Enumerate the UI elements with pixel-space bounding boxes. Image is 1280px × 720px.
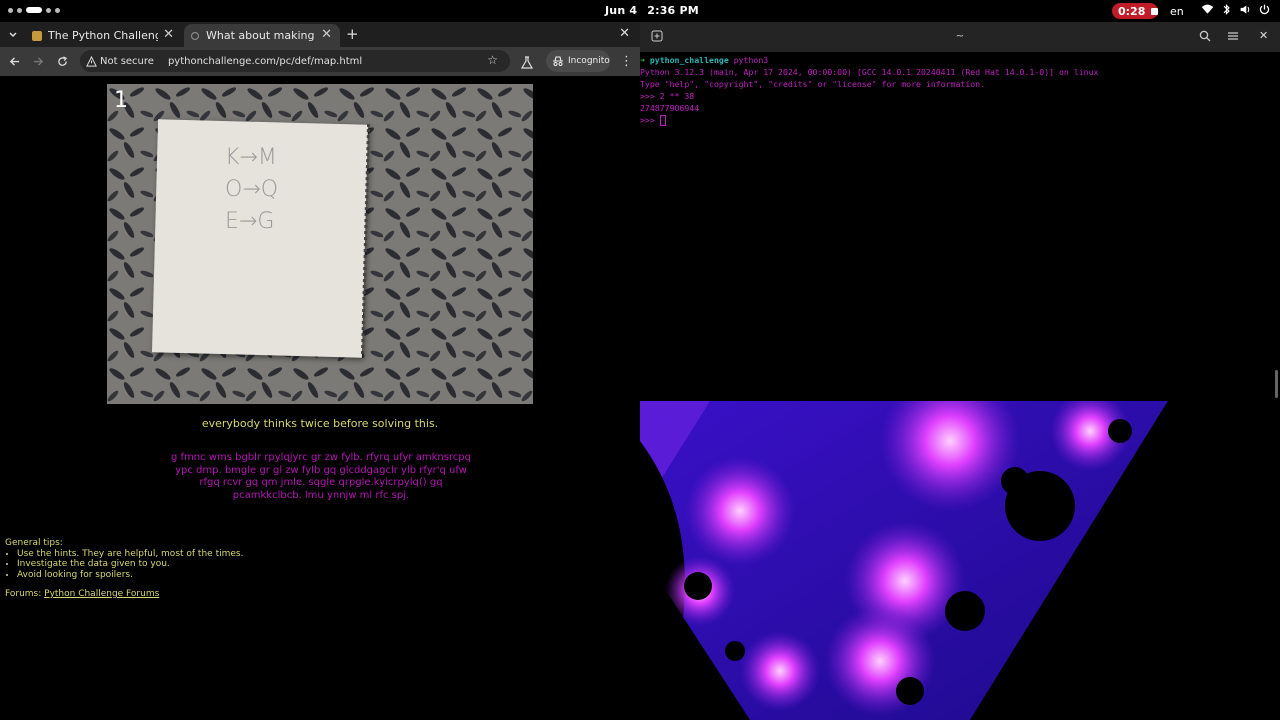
- incognito-label: Incognito: [568, 56, 610, 66]
- terminal-output[interactable]: ➜ python_challenge python3 Python 3.12.3 …: [640, 54, 1098, 126]
- mandelbrot-fractal-image: [640, 401, 1280, 720]
- power-icon[interactable]: [1258, 3, 1271, 16]
- time-label: 2:36 PM: [647, 4, 699, 17]
- tip-item: Avoid looking for spoilers.: [17, 570, 243, 581]
- prompt-arrow: ➜: [640, 55, 645, 65]
- terminal-line: >>> 2 ** 38: [640, 91, 695, 101]
- incognito-badge[interactable]: Incognito: [546, 50, 610, 72]
- browser-toolbar: Not secure pythonchallenge.com/pc/def/ma…: [0, 47, 640, 76]
- keyboard-language[interactable]: en: [1170, 5, 1184, 18]
- text-cursor: [659, 115, 666, 126]
- terminal-title: ~: [955, 31, 965, 42]
- web-page-content: K→M O→Q E→G 1 everybody thinks twice bef…: [0, 76, 640, 720]
- flask-icon: [520, 56, 534, 69]
- hamburger-menu-icon[interactable]: [1227, 30, 1239, 42]
- bookmark-star-icon[interactable]: ☆: [487, 53, 498, 67]
- tab-python-challenge[interactable]: The Python Challenge ✕: [26, 24, 182, 47]
- favicon-icon: [32, 30, 42, 41]
- forums-link[interactable]: Python Challenge Forums: [44, 589, 159, 599]
- close-window-button[interactable]: ✕: [619, 26, 630, 41]
- handwritten-hint: K→M O→Q E→G: [225, 142, 278, 238]
- date-label: Jun 4: [605, 4, 638, 17]
- tips-heading: General tips:: [5, 538, 63, 548]
- level-number: 1: [114, 88, 128, 113]
- extensions-button[interactable]: [520, 54, 534, 73]
- security-indicator[interactable]: Not secure: [86, 55, 154, 67]
- terminal-line: Type "help", "copyright", "credits" or "…: [640, 79, 986, 89]
- bluetooth-icon[interactable]: [1220, 3, 1233, 16]
- general-tips: General tips: Use the hints. They are he…: [5, 538, 243, 580]
- fractal-render: [640, 401, 1280, 720]
- hint-line: E→G: [225, 209, 275, 234]
- screen-recording-indicator[interactable]: 0:28: [1112, 3, 1158, 19]
- url-text: pythonchallenge.com/pc/def/map.html: [167, 55, 363, 67]
- activities-indicator[interactable]: [8, 7, 60, 13]
- prompt-command: python3: [733, 55, 769, 65]
- browser-menu-button[interactable]: ⋮: [620, 54, 633, 69]
- incognito-icon: [553, 56, 563, 66]
- loading-icon: [190, 31, 200, 40]
- terminal-line: Python 3.12.3 (main, Apr 17 2024, 00:00:…: [640, 67, 1099, 77]
- new-tab-button[interactable]: +: [346, 25, 359, 43]
- terminal-header: ~ ✕: [640, 22, 1280, 52]
- terminal-line: 274877906944: [640, 103, 700, 113]
- system-top-bar: Jun 4 2:36 PM 0:28 en: [0, 0, 1280, 22]
- forward-button[interactable]: [30, 53, 46, 69]
- back-arrow-icon: [9, 56, 19, 66]
- tip-item: Investigate the data given to you.: [17, 559, 243, 570]
- tab-title: The Python Challenge: [48, 29, 158, 42]
- close-tab-icon[interactable]: ✕: [321, 27, 332, 42]
- tab-title: What about making trans: [206, 29, 316, 42]
- stop-icon: [1151, 7, 1158, 15]
- tip-item: Use the hints. They are helpful, most of…: [17, 549, 243, 560]
- tab-strip: The Python Challenge ✕ What about making…: [0, 22, 640, 47]
- close-tab-icon[interactable]: ✕: [163, 27, 174, 42]
- reload-button[interactable]: [54, 53, 70, 69]
- address-bar[interactable]: Not secure pythonchallenge.com/pc/def/ma…: [80, 50, 510, 72]
- riddle-image: K→M O→Q E→G 1: [107, 84, 533, 404]
- back-button[interactable]: [6, 53, 22, 69]
- hint-line: O→Q: [225, 177, 279, 202]
- riddle-caption: everybody thinks twice before solving th…: [201, 417, 439, 430]
- warning-icon: [86, 55, 97, 67]
- prompt-cwd: python_challenge: [649, 55, 729, 65]
- forward-arrow-icon: [33, 56, 43, 66]
- forums-label: Forums:: [5, 589, 42, 599]
- cipher-text: g fmnc wms bgblr rpylqjyrc gr zw fylb. r…: [171, 452, 471, 501]
- chevron-down-icon: [9, 32, 17, 38]
- terminal-scrollbar[interactable]: [1275, 370, 1278, 398]
- terminal-window: ~ ✕ ➜ python_challenge python3 Python 3.1…: [640, 22, 1280, 401]
- security-label: Not secure: [100, 55, 154, 67]
- tab-active[interactable]: What about making trans ✕: [184, 24, 340, 47]
- wifi-icon[interactable]: [1201, 3, 1214, 16]
- repl-prompt: >>>: [640, 115, 660, 125]
- clock[interactable]: Jun 4 2:36 PM: [605, 4, 709, 17]
- close-terminal-button[interactable]: ✕: [1259, 29, 1268, 42]
- hint-line: K→M: [225, 145, 277, 170]
- tab-search-button[interactable]: [4, 26, 22, 44]
- reload-icon: [57, 55, 67, 66]
- volume-icon[interactable]: [1239, 3, 1252, 16]
- search-icon[interactable]: [1199, 30, 1211, 42]
- forums-line: Forums: Python Challenge Forums: [5, 589, 159, 599]
- recording-time: 0:28: [1118, 4, 1146, 18]
- browser-window: The Python Challenge ✕ What about making…: [0, 22, 640, 720]
